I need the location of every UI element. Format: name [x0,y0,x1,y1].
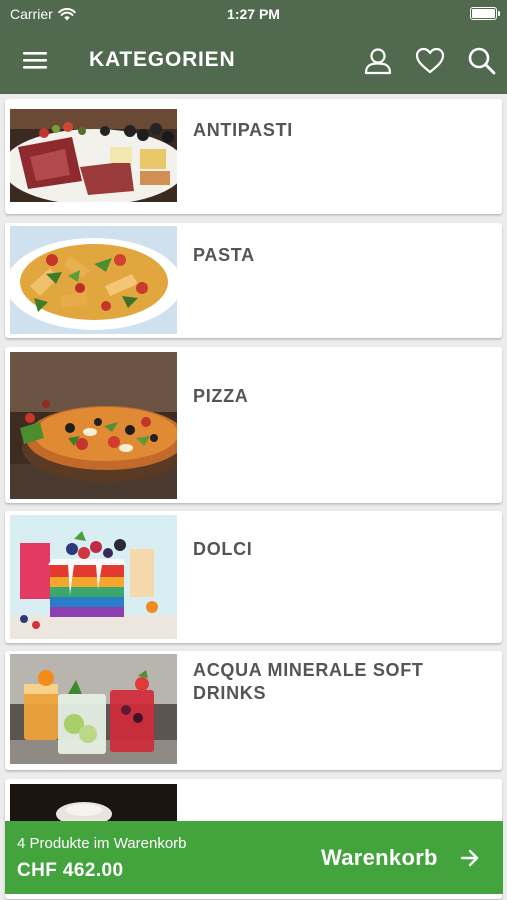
category-card-antipasti[interactable]: ANTIPASTI [5,99,502,214]
cart-button-label[interactable]: Warenkorb [321,845,438,871]
category-card-acqua-minerale-soft-drinks[interactable]: ACQUA MINERALE SOFT DRINKS [5,651,502,770]
cart-total: CHF 462.00 [17,860,124,881]
category-label: ANTIPASTI [193,120,293,140]
category-label: DOLCI [193,539,253,559]
heart-icon[interactable] [414,45,446,77]
category-label: ACQUA MINERALE SOFT DRINKS [193,660,424,703]
category-list: ANTIPASTI PASTA PIZZA DOLCI ACQUA MINERA… [0,94,507,900]
status-bar: Carrier 1:27 PM [0,0,507,28]
menu-icon[interactable] [22,48,48,72]
pasta-image [10,226,177,334]
drinks-image [10,654,177,764]
clock: 1:27 PM [227,6,280,22]
dolci-image [10,515,177,639]
account-icon[interactable] [362,45,394,77]
app-bar: KATEGORIEN [0,28,507,94]
antipasti-image [10,109,177,202]
cart-count: 4 Produkte im Warenkorb [17,835,187,852]
arrow-right-icon[interactable] [459,848,481,868]
category-label: PIZZA [193,386,249,406]
pizza-image [10,352,177,499]
category-card-pasta[interactable]: PASTA [5,223,502,338]
battery-tip [498,11,500,16]
cart-bar[interactable]: 4 Produkte im Warenkorb CHF 462.00 Waren… [5,821,503,894]
category-card-pizza[interactable]: PIZZA [5,347,502,503]
category-card-dolci[interactable]: DOLCI [5,511,502,643]
category-label: PASTA [193,245,255,265]
search-icon[interactable] [466,45,498,77]
battery-icon [470,7,497,20]
page-title: KATEGORIEN [89,48,236,71]
